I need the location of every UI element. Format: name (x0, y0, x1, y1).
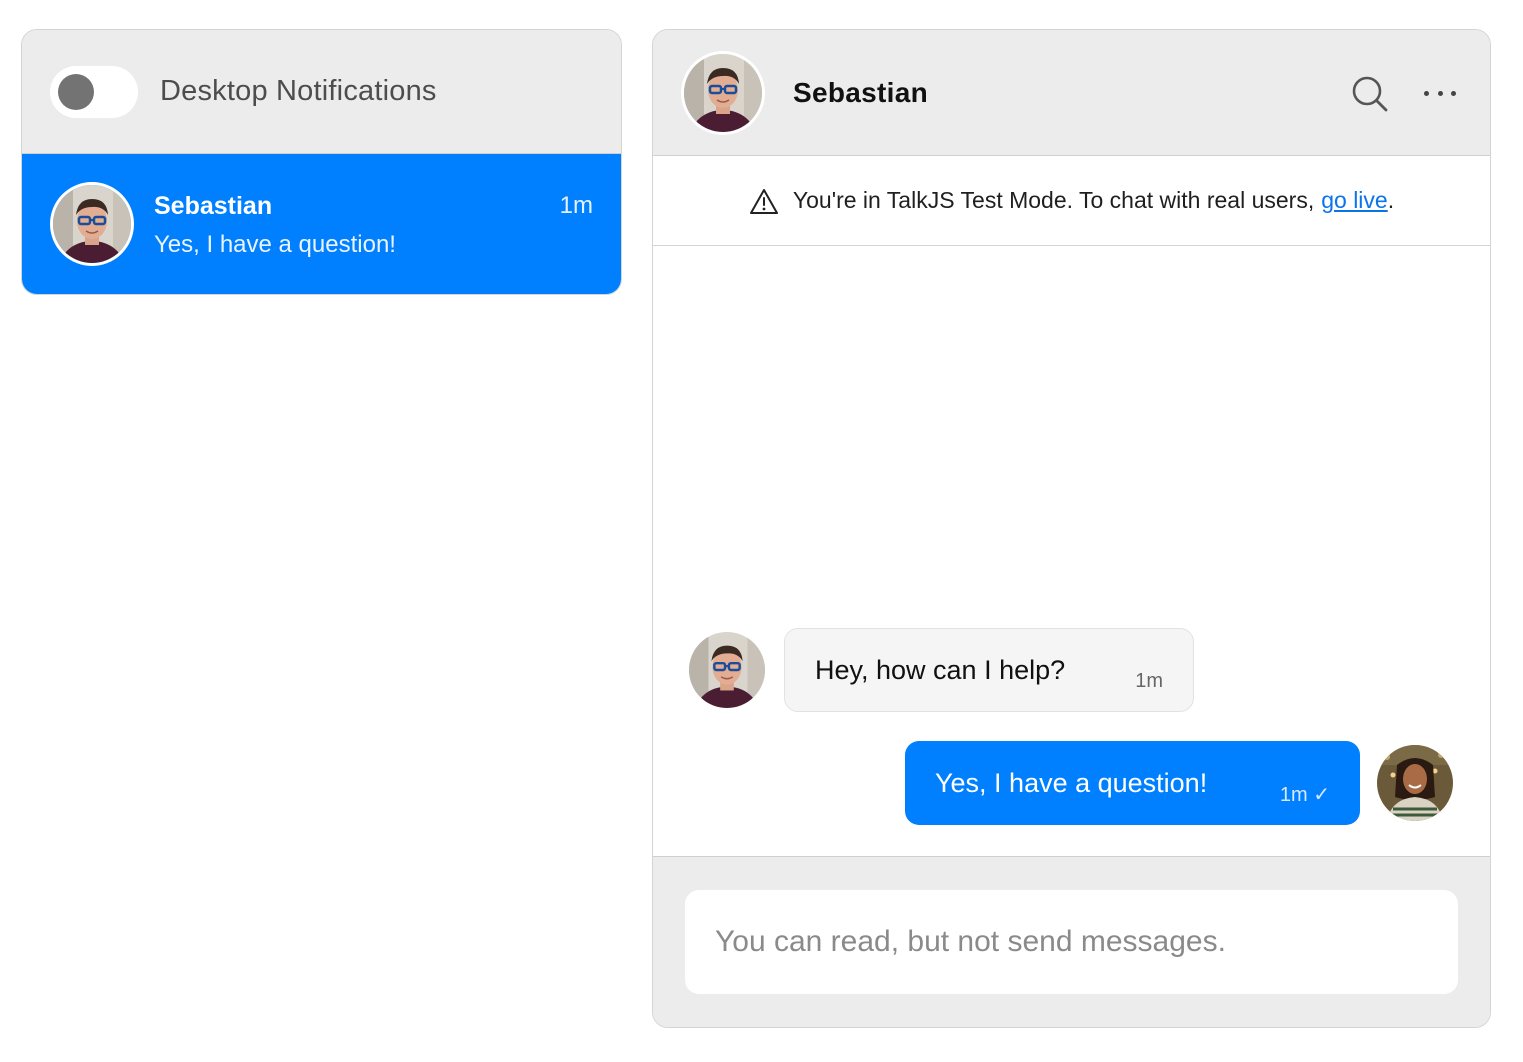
message-text: Yes, I have a question! (935, 767, 1208, 798)
message-time: 1m (1135, 670, 1163, 692)
test-mode-banner: You're in TalkJS Test Mode. To chat with… (653, 156, 1490, 246)
desktop-notifications-toggle[interactable] (50, 65, 138, 118)
chatbox-panel: Sebastian You're in TalkJS Test Mode. To… (652, 29, 1491, 1028)
message-input-placeholder: You can read, but not send messages. (715, 925, 1226, 958)
inbox-header: Desktop Notifications (22, 30, 621, 154)
message-outgoing[interactable]: Yes, I have a question! 1m ✓ (905, 741, 1360, 825)
conversation-text: Sebastian Yes, I have a question! (154, 182, 593, 259)
desktop-notifications-label: Desktop Notifications (160, 75, 437, 107)
banner-suffix: . (1387, 187, 1395, 213)
sender-avatar (689, 632, 765, 708)
test-mode-text: You're in TalkJS Test Mode. To chat with… (792, 187, 1315, 213)
search-icon[interactable] (1350, 74, 1390, 114)
inbox-panel: Desktop Notifications Sebastian Yes, I h… (21, 29, 622, 295)
more-options-icon[interactable] (1420, 80, 1460, 106)
avatar (50, 182, 134, 266)
chat-title: Sebastian (793, 76, 928, 108)
go-live-link[interactable]: go live (1321, 187, 1387, 214)
message-list: Hey, how can I help? 1m Yes, I have a qu… (653, 246, 1490, 857)
conversation-name: Sebastian (154, 192, 273, 220)
message-incoming[interactable]: Hey, how can I help? 1m (784, 628, 1194, 712)
warning-icon (749, 188, 778, 214)
message-input[interactable]: You can read, but not send messages. (685, 890, 1458, 994)
message-time: 1m ✓ (1279, 784, 1330, 806)
message-text: Hey, how can I help? (815, 654, 1066, 685)
compose-area: You can read, but not send messages. (653, 856, 1490, 1027)
conversation-time: 1m (559, 192, 593, 219)
header-avatar[interactable] (681, 50, 765, 135)
conversation-preview: Yes, I have a question! (154, 231, 396, 258)
chat-header: Sebastian (653, 30, 1490, 156)
me-avatar (1377, 745, 1453, 821)
conversation-item-sebastian[interactable]: Sebastian Yes, I have a question! 1m (22, 154, 621, 294)
toggle-knob (58, 73, 94, 110)
